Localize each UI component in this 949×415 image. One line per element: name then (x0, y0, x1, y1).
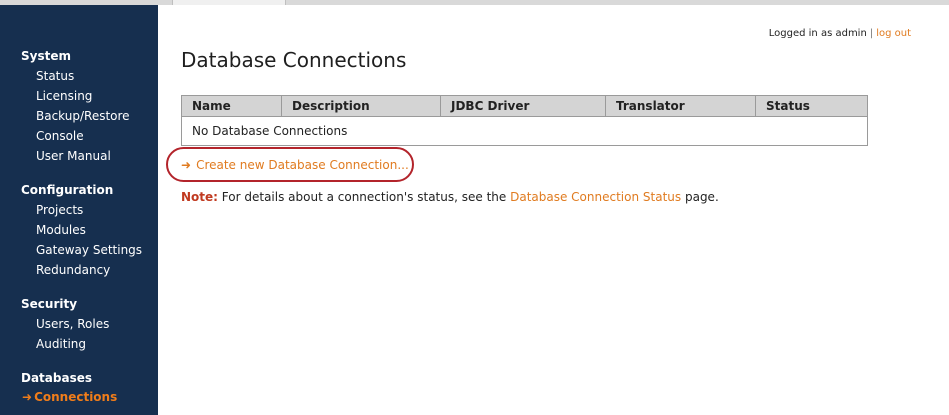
sidebar-item-connections[interactable]: ➜ Connections (22, 390, 117, 404)
logout-link[interactable]: log out (876, 28, 911, 39)
column-header-jdbc-driver[interactable]: JDBC Driver (440, 95, 606, 117)
table-row: No Database Connections (181, 116, 868, 146)
nav-group-databases: Databases (21, 371, 93, 385)
sidebar-item-auditing[interactable]: Auditing (36, 337, 86, 351)
sidebar-item-modules[interactable]: Modules (36, 223, 86, 237)
sidebar-item-projects[interactable]: Projects (36, 203, 83, 217)
column-header-translator[interactable]: Translator (605, 95, 756, 117)
arrow-right-icon: ➜ (22, 390, 33, 404)
arrow-right-icon: ➜ (181, 158, 192, 172)
column-header-status[interactable]: Status (755, 95, 868, 117)
connection-status-link[interactable]: Database Connection Status (510, 190, 681, 204)
connections-table: Name Description JDBC Driver Translator … (181, 95, 868, 146)
sidebar-nav: System Status Licensing Backup/Restore C… (0, 5, 158, 415)
column-header-name[interactable]: Name (181, 95, 282, 117)
create-connection-link[interactable]: ➜ Create new Database Connection... (181, 158, 409, 172)
login-info: Logged in as admin | log out (769, 28, 911, 39)
page-title: Database Connections (181, 48, 407, 72)
nav-group-configuration: Configuration (21, 183, 114, 197)
sidebar-item-redundancy[interactable]: Redundancy (36, 263, 110, 277)
sidebar-item-gateway-settings[interactable]: Gateway Settings (36, 243, 142, 257)
nav-group-security: Security (21, 297, 78, 311)
sidebar-item-licensing[interactable]: Licensing (36, 89, 92, 103)
nav-group-system: System (21, 49, 71, 63)
sidebar-item-label: Connections (34, 390, 118, 404)
empty-table-message: No Database Connections (181, 116, 868, 146)
sidebar-item-backup-restore[interactable]: Backup/Restore (36, 109, 130, 123)
logged-in-text: Logged in as admin (768, 28, 867, 39)
separator: | (869, 28, 874, 39)
note-text-after: page. (684, 190, 719, 204)
create-connection-label: Create new Database Connection... (196, 158, 409, 172)
table-header-row: Name Description JDBC Driver Translator … (181, 95, 868, 117)
sidebar-item-users-roles[interactable]: Users, Roles (36, 317, 109, 331)
sidebar-item-console[interactable]: Console (36, 129, 84, 143)
column-header-description[interactable]: Description (281, 95, 441, 117)
note-text: For details about a connection's status,… (221, 190, 507, 204)
sidebar-item-status[interactable]: Status (36, 69, 74, 83)
status-note: Note: For details about a connection's s… (181, 190, 719, 204)
sidebar-item-user-manual[interactable]: User Manual (36, 149, 111, 163)
browser-tab-stub[interactable] (172, 0, 286, 5)
note-label: Note: (181, 190, 218, 204)
